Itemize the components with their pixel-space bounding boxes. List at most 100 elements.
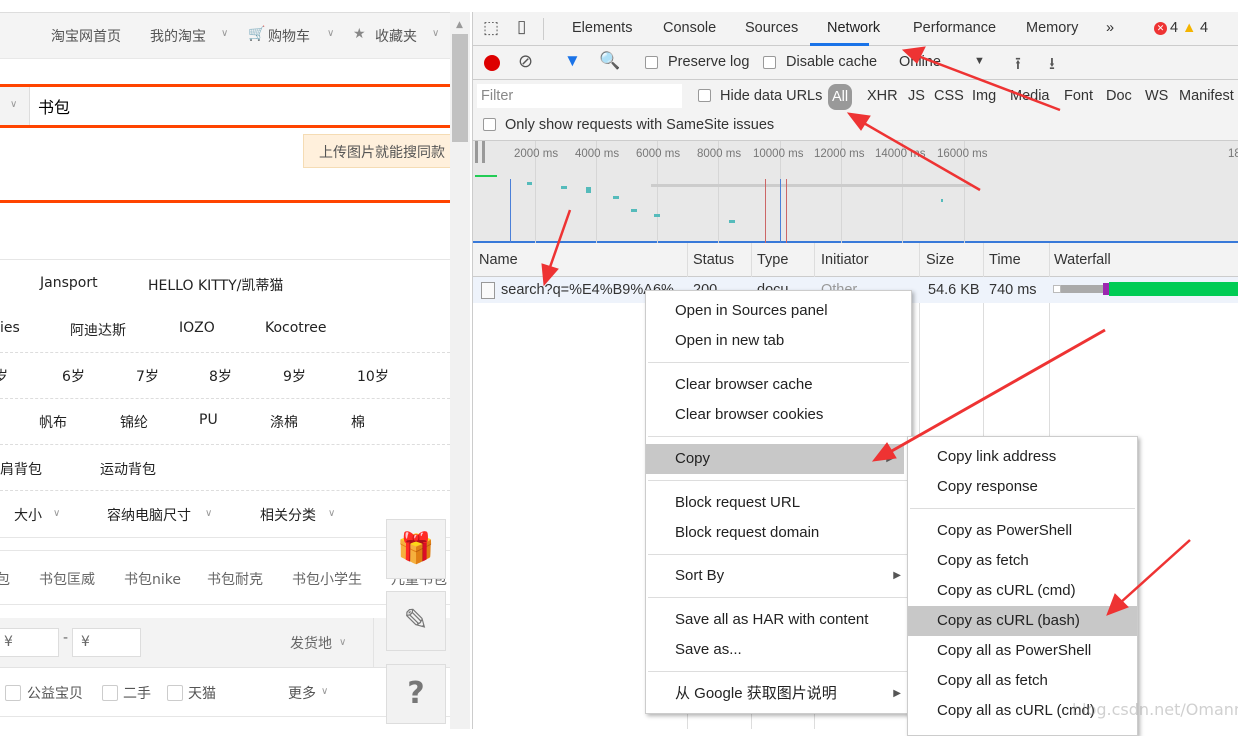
- menu-clear-cache[interactable]: Clear browser cache: [646, 370, 911, 400]
- tab-performance[interactable]: Performance: [913, 20, 996, 36]
- nav-my-taobao[interactable]: 我的淘宝: [150, 26, 206, 46]
- tab-network[interactable]: Network: [827, 20, 880, 36]
- throttling-select[interactable]: Online: [899, 54, 941, 70]
- brand-option[interactable]: Kocotree: [265, 320, 326, 336]
- filter-type-manifest[interactable]: Manifest: [1179, 88, 1234, 104]
- related-link[interactable]: 书包小学生: [292, 569, 362, 589]
- search-type-dropdown[interactable]: ∨: [0, 87, 30, 125]
- device-toolbar-icon[interactable]: ▯: [517, 17, 526, 37]
- help-button[interactable]: ?: [386, 664, 446, 724]
- tab-sources[interactable]: Sources: [745, 20, 798, 36]
- age-option[interactable]: 8岁: [209, 366, 232, 386]
- timeline-handle[interactable]: [475, 141, 485, 163]
- filter-type-font[interactable]: Font: [1064, 88, 1093, 104]
- copy-as-curl-bash[interactable]: Copy as cURL (bash): [908, 606, 1137, 636]
- tab-console[interactable]: Console: [663, 20, 716, 36]
- related-category-dropdown[interactable]: 相关分类: [260, 505, 316, 525]
- feedback-button[interactable]: ✎: [386, 591, 446, 651]
- column-name[interactable]: Name: [479, 252, 518, 268]
- nav-cart[interactable]: 购物车: [268, 26, 310, 46]
- age-option[interactable]: 10岁: [357, 366, 389, 386]
- more-dropdown[interactable]: 更多: [288, 683, 316, 703]
- material-option[interactable]: 帆布: [39, 412, 67, 432]
- size-dropdown[interactable]: 大小: [14, 505, 42, 525]
- error-count[interactable]: 4: [1170, 20, 1178, 36]
- brand-option[interactable]: IOZO: [179, 320, 215, 336]
- warning-icon[interactable]: ▲: [1182, 20, 1196, 36]
- filter-type-all[interactable]: All: [828, 84, 852, 110]
- menu-block-domain[interactable]: Block request domain: [646, 518, 911, 548]
- search-icon[interactable]: 🔍: [599, 51, 620, 71]
- price-min-input[interactable]: ¥: [0, 628, 59, 657]
- laptop-size-dropdown[interactable]: 容纳电脑尺寸: [107, 505, 191, 525]
- import-har-icon[interactable]: ⭱: [1015, 51, 1021, 80]
- filter-type-xhr[interactable]: XHR: [867, 88, 898, 104]
- filter-icon[interactable]: ▼: [564, 51, 581, 71]
- menu-open-in-new-tab[interactable]: Open in new tab: [646, 326, 911, 356]
- related-link[interactable]: 书包nike: [124, 569, 181, 589]
- checkbox[interactable]: [167, 685, 183, 701]
- preserve-log-checkbox[interactable]: [645, 56, 658, 69]
- network-overview-timeline[interactable]: 2000 ms 4000 ms 6000 ms 8000 ms 10000 ms…: [473, 141, 1238, 243]
- gift-button[interactable]: 🎁: [386, 519, 446, 579]
- page-scrollbar[interactable]: ▲: [450, 12, 470, 729]
- age-option[interactable]: 7岁: [136, 366, 159, 386]
- menu-google-image-description[interactable]: 从 Google 获取图片说明 ▶: [646, 679, 911, 709]
- copy-all-as-fetch[interactable]: Copy all as fetch: [908, 666, 1137, 696]
- style-option[interactable]: 单肩背包: [0, 459, 42, 479]
- related-link[interactable]: 书包匡威: [39, 569, 95, 589]
- column-status[interactable]: Status: [693, 252, 734, 268]
- material-option[interactable]: 涤棉: [270, 412, 298, 432]
- hide-data-urls-checkbox[interactable]: [698, 89, 711, 102]
- filter-type-img[interactable]: Img: [972, 88, 996, 104]
- column-time[interactable]: Time: [989, 252, 1021, 268]
- material-option[interactable]: PU: [199, 412, 218, 428]
- material-option[interactable]: 锦纶: [120, 412, 148, 432]
- warning-count[interactable]: 4: [1200, 20, 1208, 36]
- age-option[interactable]: 9岁: [283, 366, 306, 386]
- price-max-input[interactable]: ¥: [72, 628, 141, 657]
- copy-as-curl-cmd[interactable]: Copy as cURL (cmd): [908, 576, 1137, 606]
- column-initiator[interactable]: Initiator: [821, 252, 869, 268]
- clear-icon[interactable]: ⊘: [518, 51, 533, 72]
- style-option[interactable]: 运动背包: [100, 459, 156, 479]
- material-option[interactable]: 棉: [351, 412, 365, 432]
- menu-save-har[interactable]: Save all as HAR with content: [646, 605, 911, 635]
- filter-input[interactable]: Filter: [477, 84, 682, 108]
- nav-home[interactable]: 淘宝网首页: [51, 26, 121, 46]
- samesite-checkbox[interactable]: [483, 118, 496, 131]
- error-icon[interactable]: ✕: [1154, 22, 1167, 35]
- column-type[interactable]: Type: [757, 252, 788, 268]
- age-option[interactable]: 岁: [0, 366, 8, 386]
- search-input[interactable]: 书包: [38, 94, 70, 118]
- menu-save-as[interactable]: Save as...: [646, 635, 911, 665]
- checkbox[interactable]: [102, 685, 118, 701]
- ship-from-dropdown[interactable]: 发货地: [290, 633, 332, 653]
- record-icon[interactable]: [484, 55, 500, 71]
- related-link[interactable]: 包: [0, 569, 10, 589]
- menu-open-in-sources[interactable]: Open in Sources panel: [646, 296, 911, 326]
- scrollbar-thumb[interactable]: [452, 34, 468, 142]
- filter-type-css[interactable]: CSS: [934, 88, 964, 104]
- copy-all-as-powershell[interactable]: Copy all as PowerShell: [908, 636, 1137, 666]
- column-waterfall[interactable]: Waterfall: [1054, 252, 1111, 268]
- menu-block-url[interactable]: Block request URL: [646, 488, 911, 518]
- inspect-element-icon[interactable]: ⬚: [483, 18, 499, 38]
- column-size[interactable]: Size: [926, 252, 954, 268]
- age-option[interactable]: 6岁: [62, 366, 85, 386]
- brand-option[interactable]: HELLO KITTY/凯蒂猫: [148, 275, 283, 295]
- brand-option[interactable]: Jansport: [40, 275, 98, 291]
- filter-type-media[interactable]: Media: [1010, 88, 1050, 104]
- scroll-up-arrow-icon[interactable]: ▲: [456, 20, 463, 30]
- disable-cache-checkbox[interactable]: [763, 56, 776, 69]
- menu-clear-cookies[interactable]: Clear browser cookies: [646, 400, 911, 430]
- checkbox[interactable]: [5, 685, 21, 701]
- nav-favorites[interactable]: 收藏夹: [375, 26, 417, 46]
- filter-type-doc[interactable]: Doc: [1106, 88, 1132, 104]
- brand-option[interactable]: 阿迪达斯: [70, 320, 126, 340]
- copy-as-fetch[interactable]: Copy as fetch: [908, 546, 1137, 576]
- filter-type-js[interactable]: JS: [908, 88, 925, 104]
- copy-link-address[interactable]: Copy link address: [908, 442, 1137, 472]
- copy-as-powershell[interactable]: Copy as PowerShell: [908, 516, 1137, 546]
- filter-type-ws[interactable]: WS: [1145, 88, 1168, 104]
